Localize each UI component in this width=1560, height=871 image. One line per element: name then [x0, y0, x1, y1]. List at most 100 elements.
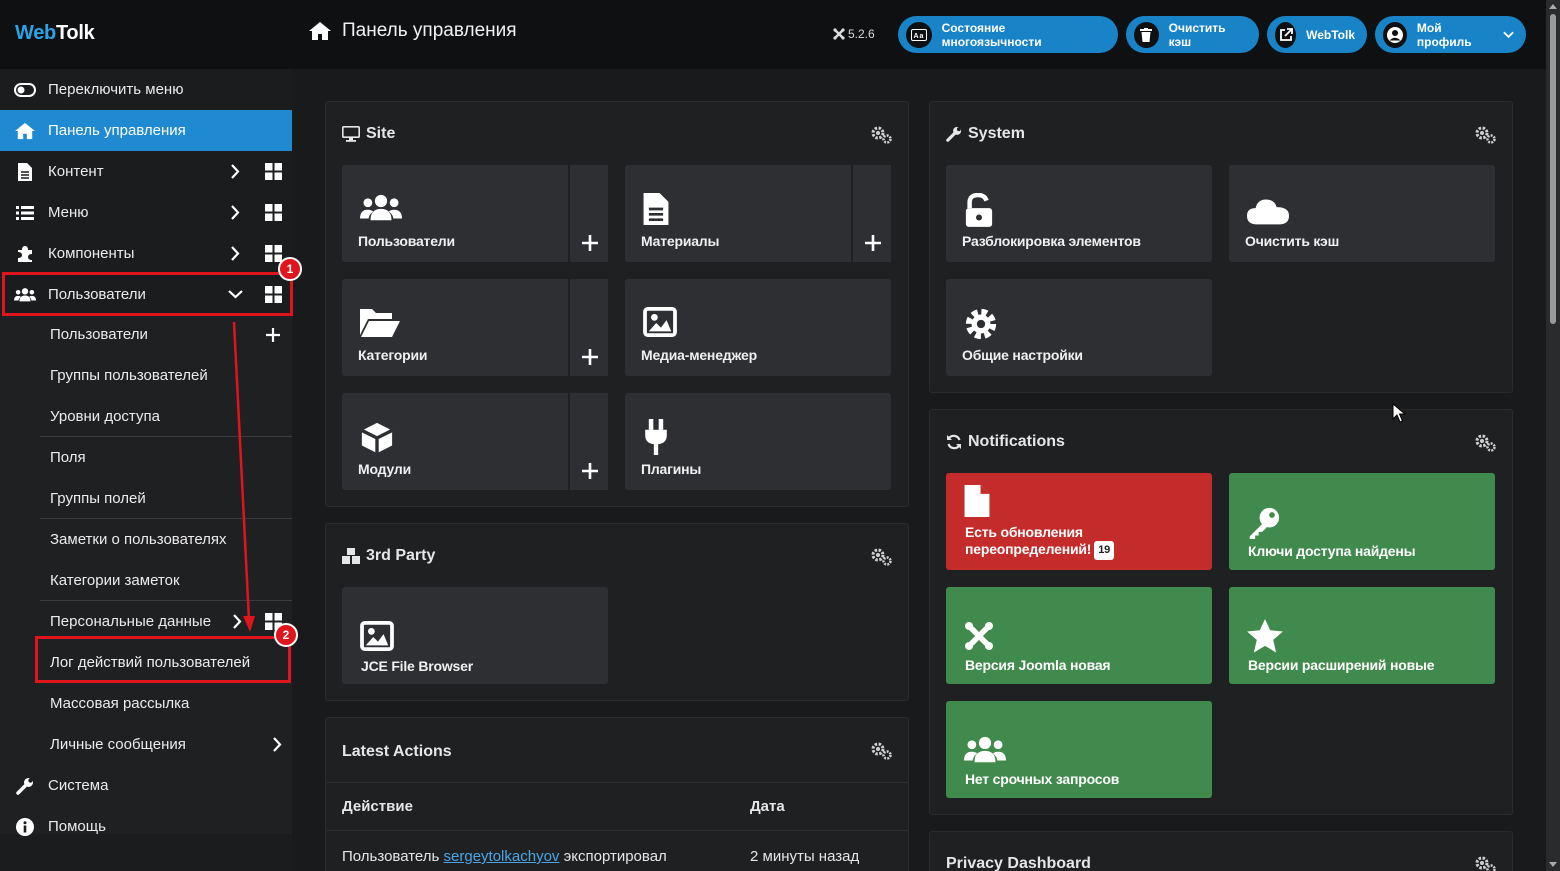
submenu-fields-label: Поля — [50, 449, 86, 466]
dashboard-grid-icon[interactable] — [265, 204, 282, 221]
tile-jce-file-browser-label: JCE File Browser — [361, 658, 473, 674]
tile-categories[interactable]: Категории — [342, 279, 608, 376]
add-category-button[interactable] — [568, 279, 608, 376]
latest-actions-title-text: Latest Actions — [342, 743, 452, 760]
clear-cache-header-button[interactable]: Очистить кэш — [1126, 16, 1259, 53]
tile-articles[interactable]: Материалы — [625, 165, 891, 262]
page-scrollbar[interactable] — [1546, 0, 1560, 871]
add-article-button[interactable] — [851, 165, 891, 262]
privacy-dashboard-module: Privacy Dashboard — [929, 831, 1513, 871]
tile-global-checkin[interactable]: Разблокировка элементов — [946, 165, 1212, 262]
table-row: Пользователь sergeytolkachyov экспортиро… — [326, 831, 908, 871]
sync-icon — [947, 434, 961, 450]
chevron-right-icon[interactable] — [230, 246, 240, 261]
scroll-down-arrow[interactable] — [1549, 862, 1557, 867]
tile-clear-cache[interactable]: Очистить кэш — [1229, 165, 1495, 262]
tile-global-configuration-label: Общие настройки — [962, 347, 1083, 363]
tile-override-updates[interactable]: Есть обновления переопределений! 19 — [946, 473, 1212, 570]
trash-icon — [1134, 21, 1159, 48]
cogs-icon[interactable] — [871, 126, 893, 144]
webtolk-site-button[interactable]: WebTolk — [1267, 16, 1367, 53]
webtolk-logo[interactable]: WebTolk — [15, 22, 95, 45]
tile-override-updates-label: Есть обновления переопределений! 19 — [965, 524, 1115, 560]
sidebar-item-system-label: Система — [48, 777, 109, 794]
desktop-icon — [342, 126, 360, 142]
tile-users[interactable]: Пользователи — [342, 165, 608, 262]
key-icon — [1249, 507, 1280, 539]
cogs-icon[interactable] — [1475, 126, 1497, 144]
override-count-badge: 19 — [1094, 541, 1115, 560]
tile-modules[interactable]: Модули — [342, 393, 608, 490]
submenu-mass-mail[interactable]: Массовая рассылка — [0, 683, 292, 724]
chevron-down-icon — [1503, 31, 1514, 38]
submenu-note-categories-label: Категории заметок — [50, 572, 180, 589]
scroll-thumb[interactable] — [1550, 14, 1556, 324]
site-title: Site — [342, 125, 395, 143]
plus-icon — [582, 349, 598, 365]
system-title: System — [946, 125, 1025, 143]
tile-media-manager[interactable]: Медиа-менеджер — [625, 279, 891, 376]
action-prefix: Пользователь — [342, 848, 440, 865]
scroll-up-arrow[interactable] — [1549, 4, 1557, 9]
submenu-user-notes-label: Заметки о пользователях — [50, 531, 227, 548]
cogs-icon[interactable] — [1475, 856, 1497, 871]
cogs-icon[interactable] — [1475, 434, 1497, 452]
step-marker-1: 1 — [278, 257, 302, 281]
cloud-icon — [1247, 199, 1289, 225]
submenu-private-messages[interactable]: Личные сообщения — [0, 724, 292, 765]
logo-text-web: Web — [15, 22, 56, 44]
file-icon — [14, 162, 36, 182]
column-action-header[interactable]: Действие — [342, 798, 413, 815]
tile-privacy-requests[interactable]: Нет срочных запросов — [946, 701, 1212, 798]
file-icon — [964, 485, 990, 517]
tile-joomla-version[interactable]: Версия Joomla новая — [946, 587, 1212, 684]
user-link[interactable]: sergeytolkachyov — [444, 848, 560, 865]
folder-open-icon — [360, 309, 400, 337]
tile-plugins[interactable]: Плагины — [625, 393, 891, 490]
tile-global-configuration[interactable]: Общие настройки — [946, 279, 1212, 376]
cogs-icon[interactable] — [871, 548, 893, 566]
sidebar-item-components[interactable]: Компоненты — [0, 233, 292, 274]
tile-extension-versions[interactable]: Версии расширений новые — [1229, 587, 1495, 684]
star-icon — [1247, 619, 1283, 653]
my-profile-button[interactable]: Мой профиль — [1375, 16, 1526, 53]
svg-text:A: A — [913, 33, 918, 40]
tile-plugins-label: Плагины — [641, 461, 702, 477]
chevron-right-icon[interactable] — [230, 164, 240, 179]
tile-categories-label: Категории — [358, 347, 428, 363]
tile-passkeys-found[interactable]: Ключи доступа найдены — [1229, 473, 1495, 570]
latest-actions-title: Latest Actions — [342, 743, 452, 761]
sidebar-item-system[interactable]: Система — [0, 765, 292, 806]
cogs-icon[interactable] — [871, 742, 893, 760]
chevron-right-icon[interactable] — [272, 737, 282, 752]
add-module-button[interactable] — [568, 393, 608, 490]
system-title-text: System — [968, 125, 1025, 142]
toggle-menu[interactable]: Переключить меню — [0, 69, 292, 110]
sidebar-item-menus[interactable]: Меню — [0, 192, 292, 233]
column-date-header[interactable]: Дата — [750, 798, 785, 815]
latest-actions-header-row: Действие Дата — [326, 782, 908, 831]
my-profile-label: Мой профиль — [1416, 20, 1472, 49]
top-header: WebTolk Панель управления 5.2.6 Aa Состо… — [0, 0, 1546, 69]
sidebar-item-content-label: Контент — [48, 163, 104, 180]
multilingual-status-button[interactable]: Aa Состояние многоязычности — [898, 16, 1118, 53]
plus-icon[interactable] — [266, 328, 280, 342]
step-marker-2: 2 — [274, 623, 298, 647]
version-text: 5.2.6 — [848, 27, 875, 41]
list-icon — [14, 203, 36, 223]
chevron-right-icon[interactable] — [230, 205, 240, 220]
home-icon — [309, 22, 331, 40]
image-icon — [360, 621, 394, 651]
submenu-privacy-label: Персональные данные — [50, 613, 212, 630]
joomla-version: 5.2.6 — [833, 27, 875, 41]
sidebar-item-dashboard[interactable]: Панель управления — [0, 110, 292, 151]
add-user-button[interactable] — [568, 165, 608, 262]
dashboard-grid-icon[interactable] — [265, 163, 282, 180]
sidebar-item-dashboard-label: Панель управления — [48, 122, 186, 139]
language-icon: Aa — [906, 21, 932, 48]
dashboard-grid-icon[interactable] — [265, 245, 282, 262]
sidebar-item-help[interactable]: Помощь — [0, 806, 292, 847]
logo-text-tolk: Tolk — [55, 22, 95, 44]
sidebar-item-content[interactable]: Контент — [0, 151, 292, 192]
tile-jce-file-browser[interactable]: JCE File Browser — [342, 587, 608, 684]
